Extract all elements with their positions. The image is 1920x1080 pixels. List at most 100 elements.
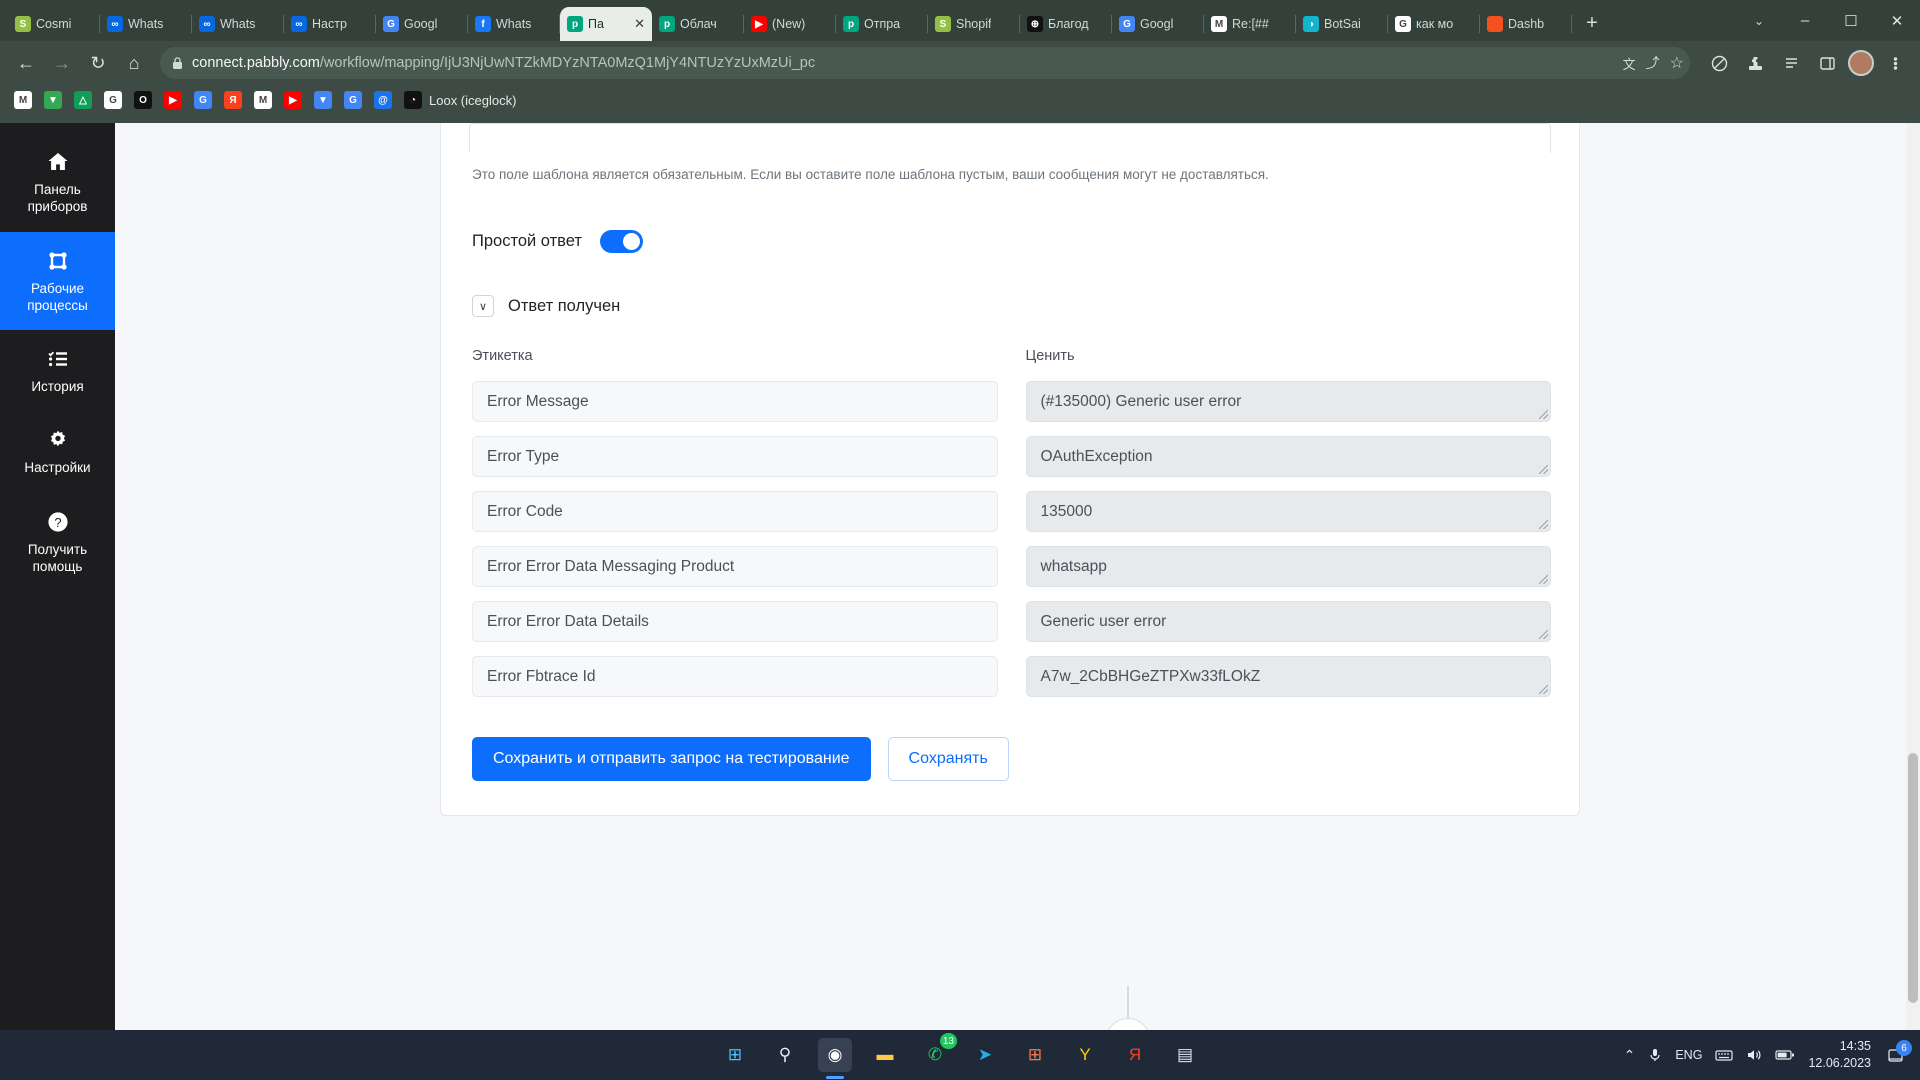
opera-icon[interactable]: O [134,91,152,109]
browser-tab[interactable]: р Облач [652,7,744,41]
field-label-input[interactable]: Error Code [472,491,998,532]
yandex-icon[interactable]: Я [1118,1038,1152,1072]
tray-chevron-icon[interactable]: ⌃ [1624,1047,1636,1064]
browser-tab[interactable]: G Googl [1112,7,1204,41]
field-value-input[interactable]: Generic user error [1025,601,1551,642]
close-window-button[interactable]: ✕ [1874,0,1920,41]
yandex-browser-icon[interactable]: Y [1068,1038,1102,1072]
tab-search-icon[interactable]: ⌄ [1736,0,1782,41]
more-menu-icon[interactable] [1880,48,1910,78]
yandex-icon[interactable]: Я [224,91,242,109]
maximize-button[interactable]: ☐ [1828,0,1874,41]
reload-button[interactable]: ↻ [82,47,114,79]
field-label-input[interactable]: Error Fbtrace Id [472,656,998,697]
speaker-icon[interactable] [1746,1048,1762,1062]
close-tab-icon[interactable]: ✕ [634,16,645,32]
save-button[interactable]: Сохранять [887,737,1009,781]
side-panel-icon[interactable] [1812,48,1842,78]
browser-tab[interactable]: ▶ (New) [744,7,836,41]
battery-icon[interactable] [1775,1049,1795,1061]
microphone-icon[interactable] [1648,1047,1662,1063]
simple-response-toggle[interactable] [599,230,643,253]
browser-tab[interactable]: Dashb [1480,7,1572,41]
textarea-resize-handle[interactable] [1539,630,1548,639]
address-bar[interactable]: connect.pabbly.com/workflow/mapping/IjU3… [160,47,1690,79]
gmail-icon[interactable]: M [14,91,32,109]
page-scrollbar[interactable] [1906,123,1920,1030]
field-value-input[interactable]: whatsapp [1025,546,1551,587]
whatsapp-icon[interactable]: ✆ 13 [918,1033,957,1072]
sidebar-item-2[interactable]: Рабочие процессы [0,231,115,331]
reading-list-icon[interactable] [1776,48,1806,78]
taskbar-clock[interactable]: 14:35 12.06.2023 [1808,1038,1871,1072]
field-value-input[interactable]: OAuthException [1025,436,1551,477]
shield-icon[interactable] [1704,48,1734,78]
field-label-input[interactable]: Error Error Data Details [472,601,998,642]
field-value-input[interactable]: A7w_2CbBHGeZTPXw33fLOkZ [1025,656,1551,697]
language-indicator[interactable]: ENG [1675,1048,1702,1062]
youtube-icon[interactable]: ▶ [284,91,302,109]
browser-tab[interactable]: ◑ BotSai [1296,7,1388,41]
template-field-input[interactable] [469,123,1551,153]
sidebar-item-4[interactable]: Настройки [0,411,115,492]
notification-center-icon[interactable]: 6 [1884,1040,1912,1066]
google-icon[interactable]: G [104,91,122,109]
back-button[interactable]: ← [10,47,42,79]
forward-button[interactable]: → [46,47,78,79]
new-tab-button[interactable]: + [1578,10,1606,38]
field-value-input[interactable]: (#135000) Generic user error [1025,381,1551,422]
google-drive-icon[interactable]: △ [74,91,92,109]
calendar-icon[interactable]: ▤ [1168,1038,1202,1072]
profile-avatar[interactable] [1848,50,1874,76]
gmail-icon[interactable]: M [254,91,272,109]
browser-tab[interactable]: р Отпра [836,7,928,41]
chevron-down-icon[interactable]: ∨ [472,295,494,317]
chrome-icon[interactable]: ◉ [818,1038,852,1072]
textarea-resize-handle[interactable] [1539,575,1548,584]
browser-tab[interactable]: f Whats [468,7,560,41]
sidebar-item-3[interactable]: История [0,330,115,411]
field-label-input[interactable]: Error Error Data Messaging Product [472,546,998,587]
email-at-icon[interactable]: @ [374,91,392,109]
sidebar-item-1[interactable]: Панель приборов [0,133,115,232]
textarea-resize-handle[interactable] [1539,410,1548,419]
home-button[interactable]: ⌂ [118,47,150,79]
field-label-input[interactable]: Error Type [472,436,998,477]
windows-start-icon[interactable]: ⊞ [718,1038,752,1072]
microsoft-store-icon[interactable]: ⊞ [1018,1038,1052,1072]
browser-tab[interactable]: G Googl [376,7,468,41]
google-translate-icon[interactable]: G [344,91,362,109]
bookmark-star-icon[interactable]: ☆ [1670,53,1684,73]
browser-tab[interactable]: S Cosmi [8,7,100,41]
minimize-button[interactable]: – [1782,0,1828,41]
browser-tab[interactable]: ∞ Whats [100,7,192,41]
response-received-row[interactable]: ∨ Ответ получен [469,295,1551,317]
extensions-icon[interactable] [1740,48,1770,78]
translate-icon[interactable]: 文 [1623,54,1636,73]
add-step-button[interactable]: + [1106,1018,1150,1030]
sidebar-item-5[interactable]: ? Получить помощь [0,493,115,592]
browser-tab[interactable]: M Re:[## [1204,7,1296,41]
google-maps-icon[interactable]: ▼ [314,91,332,109]
browser-tab[interactable]: S Shopif [928,7,1020,41]
textarea-resize-handle[interactable] [1539,465,1548,474]
scrollbar-thumb[interactable] [1908,753,1918,1003]
google-maps-icon[interactable]: ▼ [44,91,62,109]
google-translate-icon[interactable]: G [194,91,212,109]
browser-tab[interactable]: р Па ✕ [560,7,652,41]
browser-tab[interactable]: ∞ Whats [192,7,284,41]
field-value-input[interactable]: 135000 [1025,491,1551,532]
save-and-send-test-request-button[interactable]: Сохранить и отправить запрос на тестиров… [472,737,871,781]
browser-tab[interactable]: ∞ Настр [284,7,376,41]
browser-tab[interactable]: ⊕ Благод [1020,7,1112,41]
browser-tab[interactable]: Gкак мо [1388,7,1480,41]
youtube-icon[interactable]: ▶ [164,91,182,109]
keyboard-icon[interactable] [1715,1049,1734,1062]
textarea-resize-handle[interactable] [1539,520,1548,529]
search-icon[interactable]: ⚲ [768,1038,802,1072]
textarea-resize-handle[interactable] [1539,685,1548,694]
bookmark-item[interactable]: ◔ Loox (iceglock) [404,91,516,109]
file-explorer-icon[interactable]: ▬ [868,1038,902,1072]
share-icon[interactable]: ⤴ [1646,53,1660,73]
telegram-icon[interactable]: ➤ [968,1038,1002,1072]
